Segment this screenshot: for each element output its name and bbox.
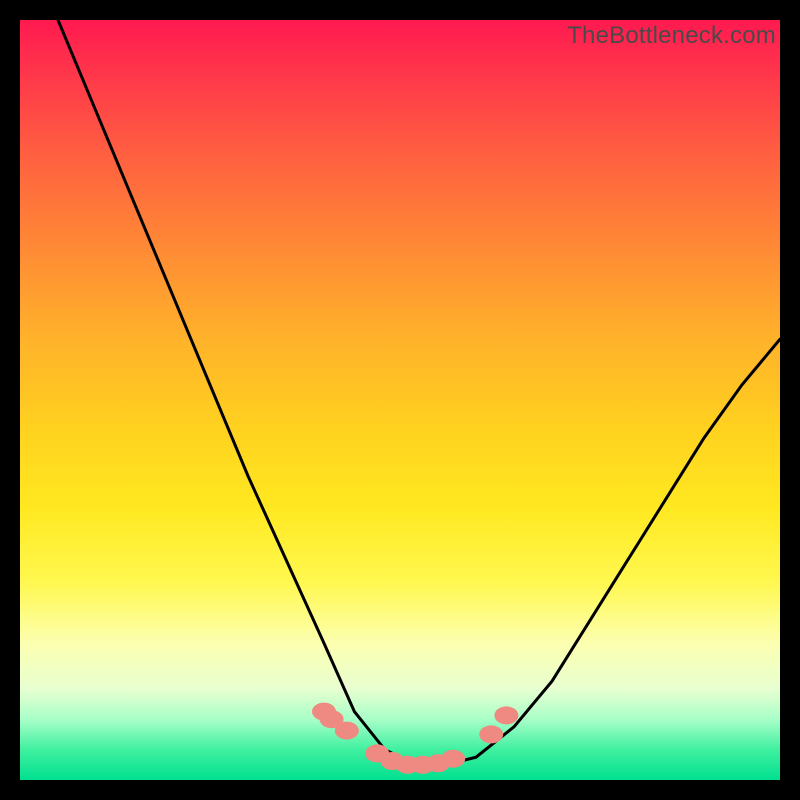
- watermark-text: TheBottleneck.com: [567, 22, 776, 50]
- plot-area: [20, 20, 780, 780]
- marker-point: [335, 722, 359, 740]
- marker-point: [494, 706, 518, 724]
- marker-point: [441, 750, 465, 768]
- curve-markers: [312, 703, 518, 774]
- chart-svg: [20, 20, 780, 780]
- chart-frame: TheBottleneck.com: [0, 0, 800, 800]
- marker-point: [479, 725, 503, 743]
- curve-path: [58, 20, 780, 765]
